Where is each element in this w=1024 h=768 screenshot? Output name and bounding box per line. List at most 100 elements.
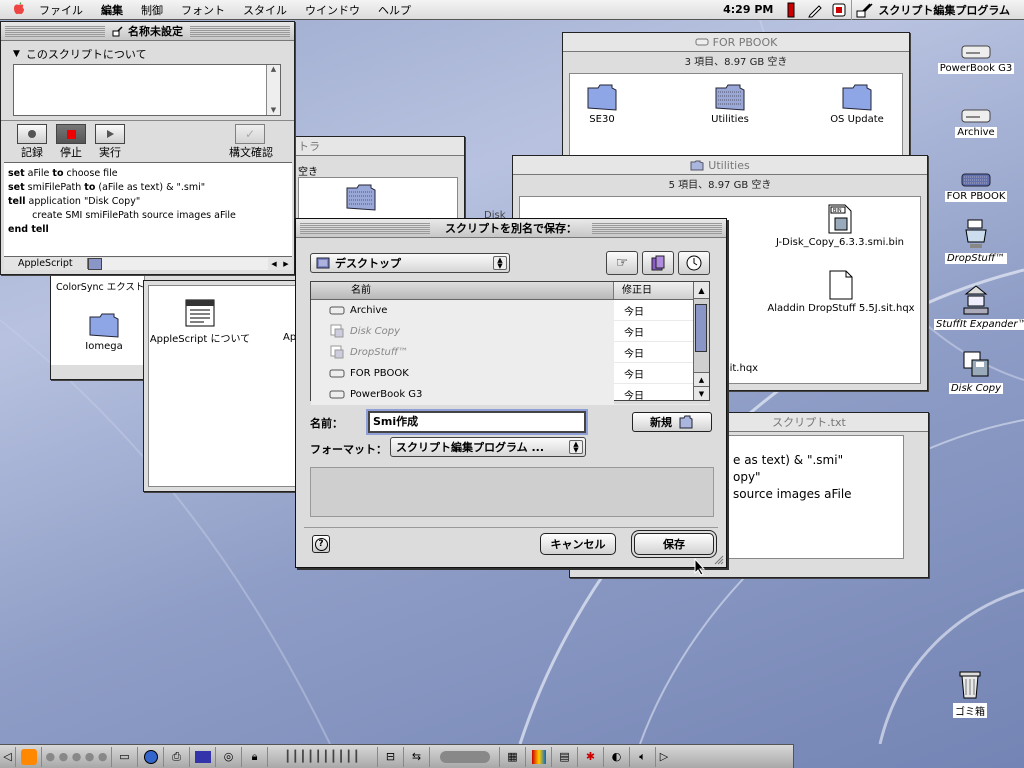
horizontal-scroll-thumb[interactable]	[87, 257, 102, 270]
scroll-right-arrow-icon[interactable]: ▶	[280, 260, 292, 268]
menu-file[interactable]: ファイル	[30, 2, 92, 18]
resize-grip-icon[interactable]	[714, 555, 724, 565]
lock-icon[interactable]: 🔒︎	[242, 746, 268, 767]
monitor-icon[interactable]: ▭	[112, 746, 138, 767]
script-code-area[interactable]: set aFile to choose file set smiFilePath…	[4, 162, 292, 262]
file-aladdin-dropstuff[interactable]: Aladdin DropStuff 5.5J.sit.hqx	[756, 269, 926, 314]
stop-button[interactable]	[56, 124, 86, 144]
menu-font[interactable]: フォント	[172, 2, 234, 18]
file-list-scrollbar[interactable]: ▲ ▲ ▼	[693, 282, 709, 400]
record-button[interactable]	[17, 124, 47, 144]
scroll-down-arrow-icon[interactable]: ▼	[267, 106, 280, 114]
file-list-row[interactable]: Disk Copy 今日	[311, 320, 709, 342]
file-about-applescript[interactable]: AppleScript について	[145, 298, 255, 345]
control-strip-right-tab[interactable]: ▷	[656, 747, 672, 767]
finder-window-title: Utilities	[684, 158, 756, 172]
disclosure-triangle-icon[interactable]: ▼	[13, 49, 20, 59]
scroll-up-arrow-icon[interactable]: ▲	[694, 372, 709, 386]
desktop-icon-disk-copy[interactable]: Disk Copy	[934, 348, 1018, 394]
menu-style[interactable]: スタイル	[234, 2, 296, 18]
finder-window-titlebar[interactable]: トラ	[294, 137, 464, 156]
sort-direction-icon[interactable]: ▲	[694, 282, 709, 299]
recent-button[interactable]	[678, 251, 710, 275]
menu-clock[interactable]: 4:29 PM	[717, 3, 779, 16]
file-j-disk-copy[interactable]: BIN J-Disk_Copy_6.3.3.smi.bin	[770, 203, 910, 248]
scroll-thumb[interactable]	[695, 304, 707, 352]
check-syntax-button[interactable]: ✓	[235, 124, 265, 144]
location-manager-icon[interactable]	[430, 746, 500, 767]
scroll-left-arrow-icon[interactable]: ◀	[268, 260, 280, 268]
pencil-icon[interactable]	[806, 2, 824, 18]
app-switcher-icon[interactable]: ▤	[552, 746, 578, 767]
language-label[interactable]: AppleScript	[4, 258, 88, 269]
save-dialog-titlebar[interactable]: スクリプトを別名で保存：	[296, 219, 726, 238]
folder-se30[interactable]: SE30	[557, 80, 647, 125]
script-editor-window[interactable]: 名称未設定 ▼ このスクリプトについて ▲ ▼ 記録 停止 実行 ✓ 構文確認 …	[0, 21, 295, 275]
file-name-field[interactable]: Smi作成	[368, 411, 586, 433]
volume-slider-icon[interactable]: ┃┃┃┃┃┃┃┃┃┃	[268, 746, 378, 767]
desktop-icon-archive[interactable]: Archive	[934, 106, 1018, 138]
folder-iomega[interactable]: Iomega	[59, 309, 149, 352]
file-list-row[interactable]: DropStuff™ 今日	[311, 341, 709, 363]
finder-window-applescript-2[interactable]: AppleScript について Ap	[143, 280, 299, 492]
finder-window-titlebar[interactable]: FOR PBOOK	[563, 33, 909, 52]
printer-icon[interactable]: ⎙	[164, 746, 190, 767]
energy-saver-icon[interactable]: ✱	[578, 746, 604, 767]
desktop-icon-dropstuff[interactable]: DropStuff™	[934, 218, 1018, 264]
favorites-button[interactable]	[642, 251, 674, 275]
new-folder-button[interactable]: 新規	[632, 412, 712, 432]
menu-help[interactable]: ヘルプ	[369, 2, 420, 18]
save-as-dialog[interactable]: スクリプトを別名で保存： デスクトップ ▲ ▼ ☞ 名前 修正日 Archive 今…	[295, 218, 727, 568]
menu-window[interactable]: ウインドウ	[296, 2, 369, 18]
desktop-icon-powerbook-g3[interactable]: PowerBook G3	[934, 42, 1018, 74]
cancel-button[interactable]: キャンセル	[540, 533, 616, 555]
column-header-date[interactable]: 修正日	[614, 282, 696, 299]
control-strip-left-tab[interactable]: ◁	[0, 746, 16, 767]
script-menu-icon[interactable]	[830, 2, 848, 18]
file-list[interactable]: 名前 修正日 Archive 今日 Disk Copy 今日 DropStuff™ 今日 F…	[310, 281, 710, 405]
file-list-row[interactable]: Archive 今日	[311, 299, 709, 321]
desktop-icon-trash[interactable]: ゴミ箱	[928, 668, 1012, 718]
run-button[interactable]	[95, 124, 125, 144]
file-date: 今日	[624, 348, 644, 360]
folder-os-update[interactable]: OS Update	[812, 80, 902, 125]
description-text-area[interactable]: ▲ ▼	[13, 64, 281, 116]
desktop-icon-stuffit-expander[interactable]: StuffIt Expander™	[934, 284, 1024, 330]
file-list-row[interactable]: FOR PBOOK 今日	[311, 362, 709, 384]
format-popup[interactable]: スクリプト編集プログラム ... ▲ ▼	[390, 437, 586, 457]
description-scrollbar[interactable]: ▲ ▼	[266, 65, 280, 115]
file-list-row[interactable]: PowerBook G3 今日	[311, 383, 709, 405]
format-label: フォーマット：	[310, 443, 387, 456]
location-popup[interactable]: デスクトップ ▲ ▼	[310, 253, 510, 273]
rss-icon[interactable]	[16, 746, 42, 767]
desktop-icon-for-pbook[interactable]: FOR PBOOK	[934, 170, 1018, 202]
apple-menu-icon[interactable]	[8, 1, 30, 18]
keyboard-icon[interactable]	[190, 746, 216, 767]
horizontal-scroll-track[interactable]	[101, 257, 268, 270]
dots-module-icon[interactable]: ● ● ● ● ●	[42, 746, 112, 767]
finder-window-titlebar[interactable]: Utilities	[513, 156, 927, 175]
menu-control[interactable]: 制御	[132, 2, 172, 18]
file-sharing-icon[interactable]: ⇆	[404, 746, 430, 767]
help-button[interactable]: ?	[312, 535, 330, 553]
network-icon[interactable]: ⊟	[378, 746, 404, 767]
cd-icon[interactable]: ◎	[216, 746, 242, 767]
speech-icon[interactable]: ◐	[604, 746, 630, 767]
column-header-name[interactable]: 名前	[311, 282, 614, 299]
scroll-up-arrow-icon[interactable]: ▲	[267, 65, 280, 73]
save-button[interactable]: 保存	[634, 533, 714, 555]
menu-edit[interactable]: 編集	[92, 2, 132, 18]
quicktime-icon[interactable]	[138, 746, 164, 767]
color-depth-icon[interactable]	[526, 746, 552, 767]
finder-window-for-pbook[interactable]: FOR PBOOK 3 項目、8.97 GB 空き SE30 Utilities…	[562, 32, 910, 162]
folder-utilities[interactable]: Utilities	[685, 80, 775, 125]
colorsync-label[interactable]: ColorSync エクスト	[56, 279, 144, 293]
grid-icon[interactable]: ▦	[500, 746, 526, 767]
script-editor-titlebar[interactable]: 名称未設定	[1, 22, 294, 41]
scroll-down-arrow-icon[interactable]: ▼	[694, 386, 709, 400]
battery-icon[interactable]	[782, 2, 800, 18]
application-menu[interactable]: スクリプト編集プログラム	[851, 0, 1024, 20]
sound-icon[interactable]: 🔈︎	[630, 746, 656, 767]
shortcuts-button[interactable]: ☞	[606, 251, 638, 275]
description-disclosure[interactable]: ▼ このスクリプトについて	[13, 46, 147, 62]
